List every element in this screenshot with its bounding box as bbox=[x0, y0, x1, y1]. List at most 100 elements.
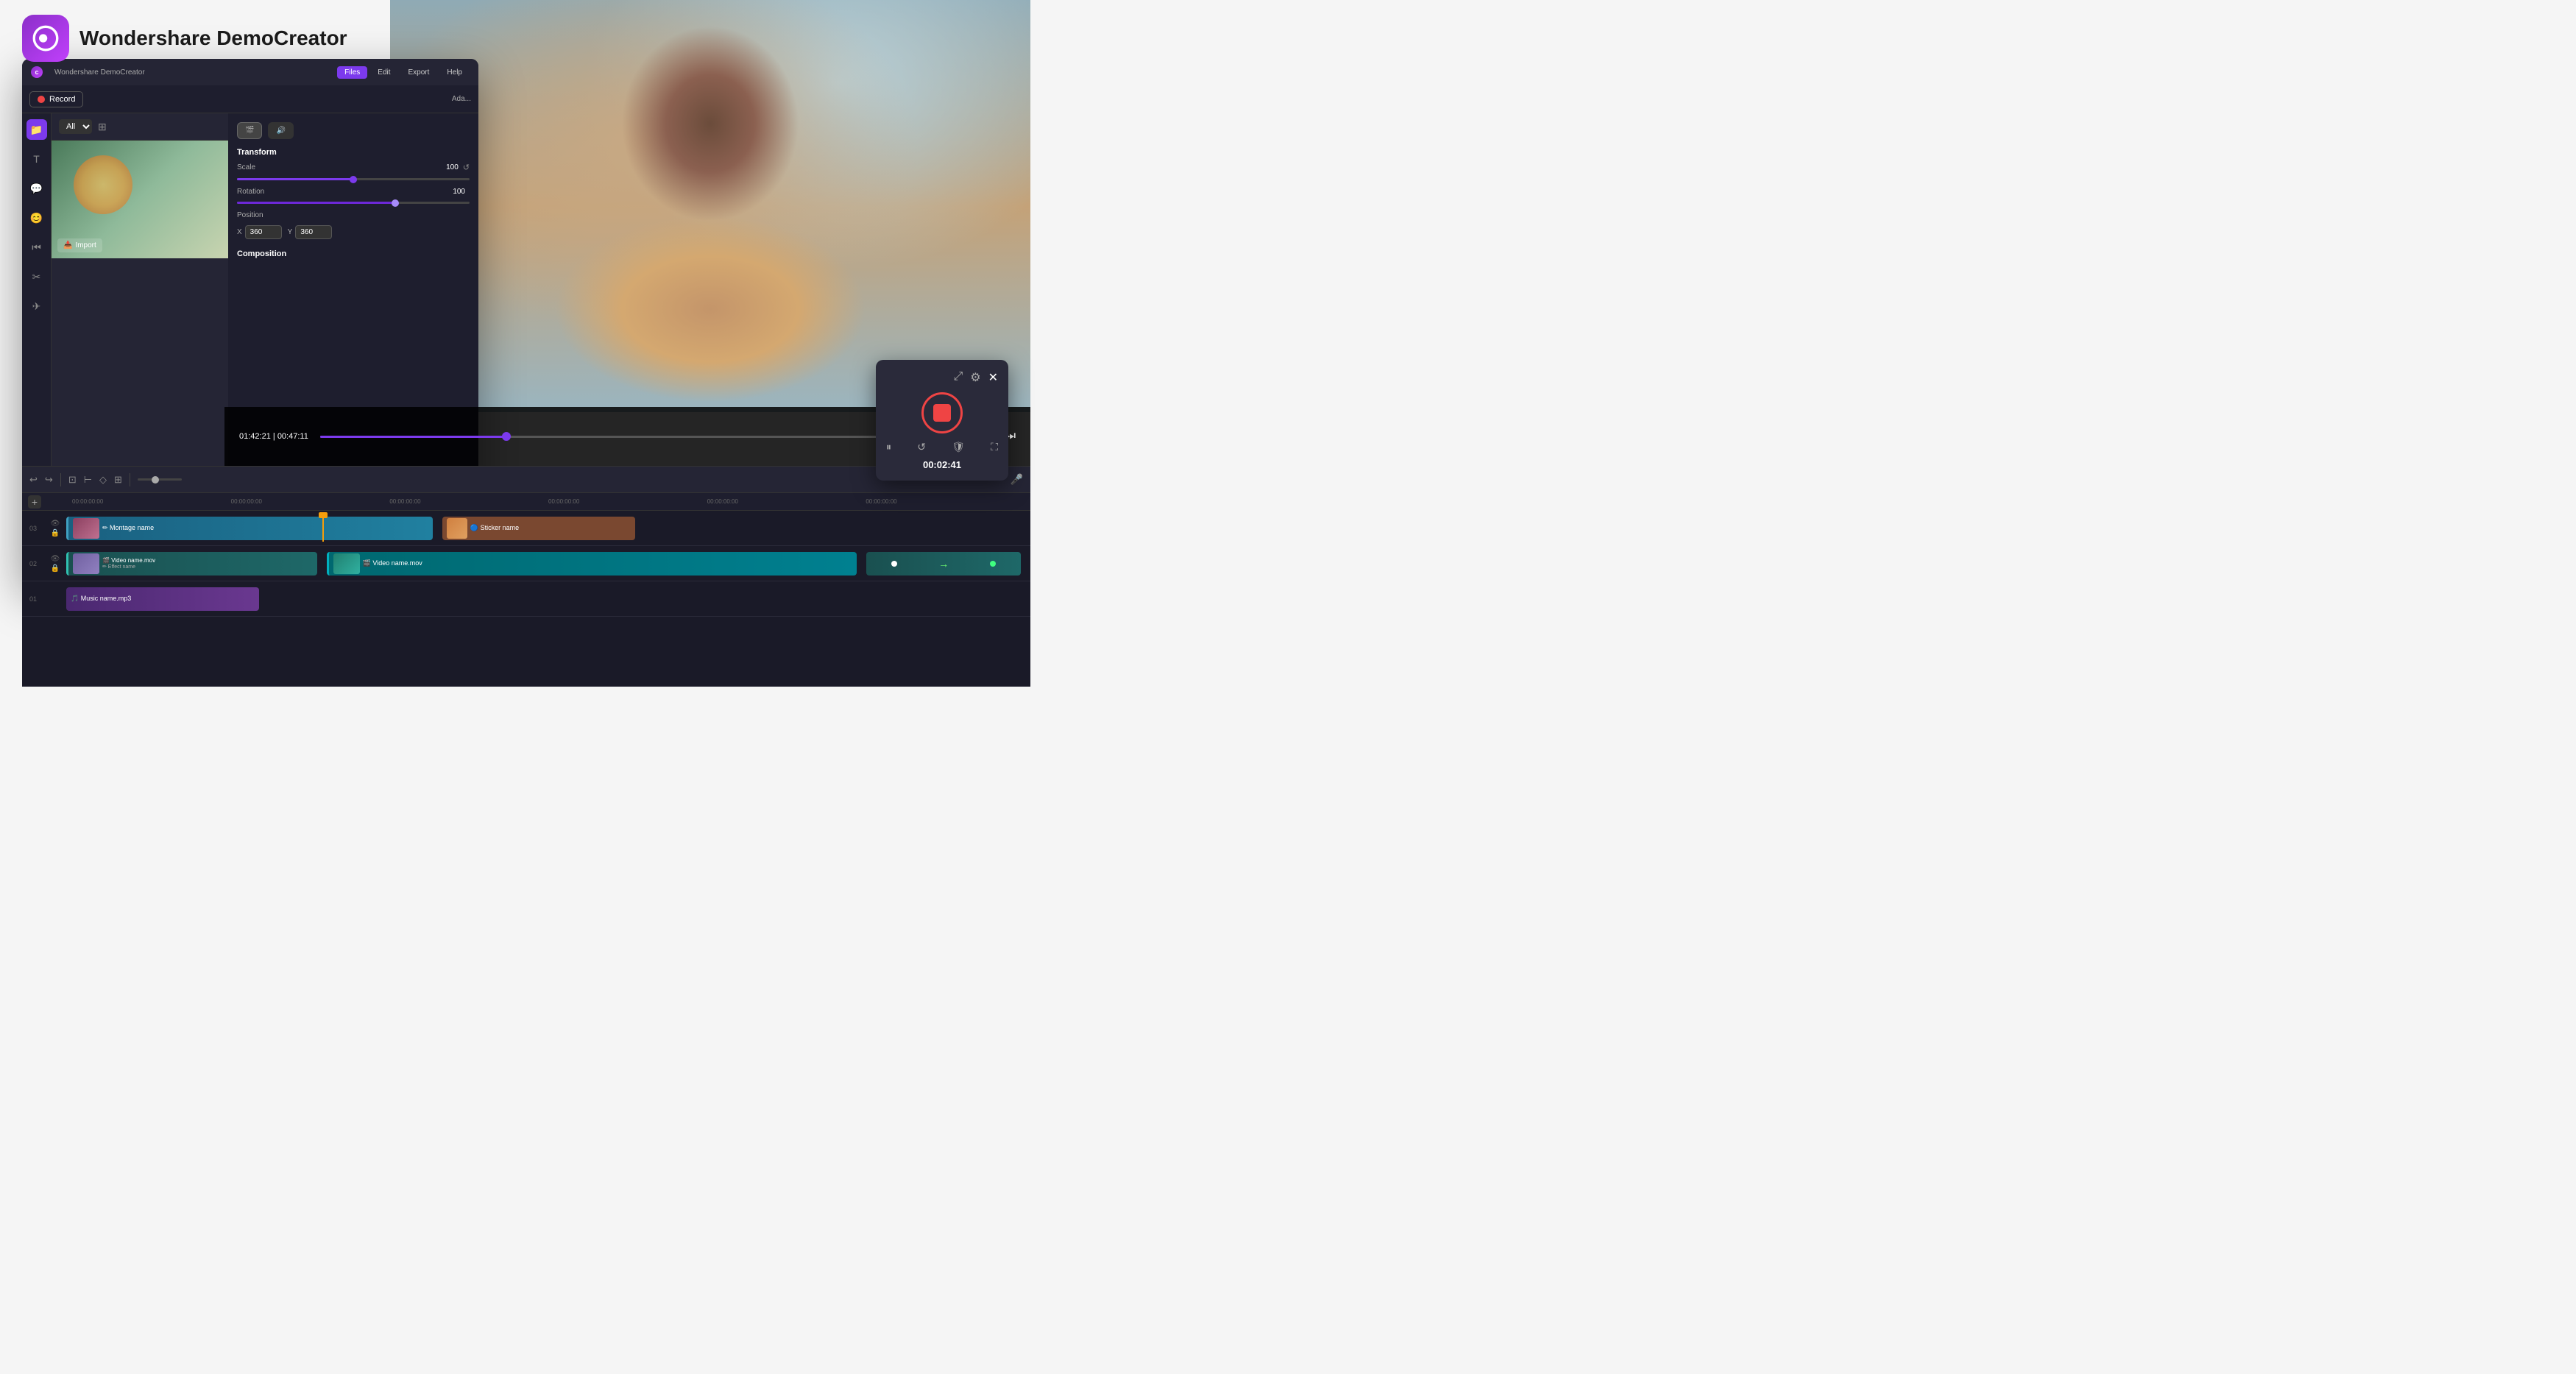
track-number-03: 03 bbox=[22, 525, 44, 532]
position-x-field: X bbox=[237, 225, 282, 239]
rotation-slider-thumb[interactable] bbox=[392, 199, 399, 207]
position-x-input[interactable] bbox=[245, 225, 282, 239]
widget-pause-icon[interactable]: ⏸ bbox=[886, 441, 891, 453]
clip-video2-label: 🎬 Video name.mov bbox=[363, 559, 422, 567]
ruler-time-1: 00:00:00:00 bbox=[72, 498, 231, 505]
import-button[interactable]: 📥 Import bbox=[57, 238, 102, 252]
timeline-ruler: + 00:00:00:00 00:00:00:00 00:00:00:00 00… bbox=[22, 493, 1030, 511]
position-x-label: X bbox=[237, 228, 242, 236]
zoom-slider-thumb[interactable] bbox=[152, 476, 159, 484]
rotation-label: Rotation bbox=[237, 188, 277, 196]
scale-slider-thumb[interactable] bbox=[350, 176, 357, 183]
crop-icon[interactable]: ⊡ bbox=[68, 474, 77, 486]
ruler-time-2: 00:00:00:00 bbox=[231, 498, 390, 505]
position-label: Position bbox=[237, 211, 277, 219]
tab-audio[interactable]: 🔊 bbox=[268, 122, 293, 139]
title-bar-nav: Files Edit Export Help bbox=[337, 66, 470, 79]
track-01-content: 🎵 Music name.mp3 bbox=[66, 586, 1030, 612]
track-row-02: 02 👁 🔒 🎬 Video name.mov ✏ Effect name Cu… bbox=[22, 546, 1030, 581]
sidebar-icon-text[interactable]: T bbox=[26, 149, 47, 169]
add-clip-icon[interactable]: ⊞ bbox=[114, 474, 122, 486]
mask-icon[interactable]: ◇ bbox=[99, 474, 107, 486]
widget-bottom-controls: ⏸ ↺ 🛡 ⛶ bbox=[886, 441, 998, 453]
record-stop-button[interactable] bbox=[921, 392, 963, 433]
mic-icon[interactable]: 🎤 bbox=[1011, 473, 1023, 486]
expand-icon[interactable]: ⤢ bbox=[953, 370, 963, 385]
clip-video2[interactable]: 🎬 Video name.mov bbox=[327, 552, 857, 576]
record-stop-icon bbox=[933, 404, 951, 422]
track-03-visibility-icon[interactable]: 👁 bbox=[51, 520, 60, 528]
track-02-lock-icon[interactable]: 🔒 bbox=[51, 564, 60, 573]
rotation-slider[interactable] bbox=[237, 202, 470, 204]
ruler-time-3: 00:00:00:00 bbox=[389, 498, 548, 505]
anim-dot-2 bbox=[990, 561, 996, 567]
track-row-01: 01 🎵 Music name.mp3 bbox=[22, 581, 1030, 617]
redo-icon[interactable]: ↪ bbox=[45, 474, 53, 486]
position-y-input[interactable] bbox=[295, 225, 332, 239]
sidebar-icon-speech[interactable]: 💬 bbox=[26, 178, 47, 199]
scale-slider[interactable] bbox=[237, 178, 470, 180]
nav-export[interactable]: Export bbox=[401, 66, 437, 79]
clip-video1[interactable]: 🎬 Video name.mov ✏ Effect name bbox=[66, 552, 317, 576]
sidebar-icon-emoji[interactable]: 😊 bbox=[26, 208, 47, 228]
clip-animation[interactable]: → bbox=[866, 552, 1021, 576]
import-icon: 📥 bbox=[63, 241, 72, 249]
import-label: Import bbox=[75, 241, 96, 249]
branding: Wondershare DemoCreator bbox=[22, 15, 347, 62]
clip-music[interactable]: 🎵 Music name.mp3 bbox=[66, 587, 259, 611]
nav-files[interactable]: Files bbox=[337, 66, 367, 79]
record-dot-icon bbox=[38, 96, 45, 103]
track-02-visibility-icon[interactable]: 👁 bbox=[51, 555, 60, 563]
grid-view-icon[interactable]: ⊞ bbox=[98, 121, 107, 133]
title-bar-appname: Wondershare DemoCreator bbox=[54, 68, 145, 77]
split-icon[interactable]: ⊢ bbox=[84, 474, 92, 486]
properties-tabs: 🎬 🔊 bbox=[237, 122, 470, 139]
position-y-label: Y bbox=[288, 228, 293, 236]
clip-video1-label: 🎬 Video name.mov bbox=[102, 557, 155, 564]
nav-edit[interactable]: Edit bbox=[370, 66, 397, 79]
track-03-lock-icon[interactable]: 🔒 bbox=[51, 529, 60, 537]
video-progress-bar[interactable] bbox=[320, 436, 941, 438]
toolbar: Record Ada... bbox=[22, 85, 478, 113]
media-thumbnail: 📥 Import bbox=[52, 141, 228, 258]
video-preview-bg bbox=[390, 0, 1030, 412]
scale-reset-icon[interactable]: ↺ bbox=[463, 163, 470, 172]
timeline: ↩ ↪ ⊡ ⊢ ◇ ⊞ 🎤 + 00:00:00:00 00:00:00:00 … bbox=[22, 466, 1030, 687]
clip-sticker-label: 🔵 Sticker name bbox=[470, 524, 519, 532]
video-tab-icon: 🎬 bbox=[245, 127, 254, 135]
scale-slider-fill bbox=[237, 178, 353, 180]
close-icon[interactable]: ✕ bbox=[988, 370, 998, 385]
position-row: Position bbox=[237, 211, 470, 219]
widget-fullscreen-icon[interactable]: ⛶ bbox=[991, 441, 998, 453]
composition-title: Composition bbox=[237, 249, 470, 258]
nav-help[interactable]: Help bbox=[439, 66, 470, 79]
clip-montage[interactable]: ✏ Montage name bbox=[66, 517, 433, 540]
anim-dot-1 bbox=[891, 561, 897, 567]
tab-video[interactable]: 🎬 bbox=[237, 122, 262, 139]
gear-icon[interactable]: ⚙ bbox=[970, 370, 980, 385]
zoom-slider[interactable] bbox=[138, 478, 182, 481]
title-bar-logo: c bbox=[31, 66, 43, 78]
clip-montage-label: ✏ Montage name bbox=[102, 524, 154, 532]
record-button[interactable]: Record bbox=[29, 91, 83, 107]
brand-name: Wondershare DemoCreator bbox=[79, 26, 347, 50]
sidebar-icon-effects[interactable]: ✂ bbox=[26, 266, 47, 287]
media-header: All ⊞ bbox=[52, 113, 228, 141]
clip-sticker[interactable]: 🔵 Sticker name bbox=[442, 517, 635, 540]
recording-widget: ⤢ ⚙ ✕ ⏸ ↺ 🛡 ⛶ 00:02:41 bbox=[876, 360, 1008, 481]
ruler-time-5: 00:00:00:00 bbox=[707, 498, 866, 505]
media-dropdown[interactable]: All bbox=[59, 119, 92, 134]
progress-thumb[interactable] bbox=[502, 432, 511, 441]
sidebar-icon-files[interactable]: 📁 bbox=[26, 119, 47, 140]
sidebar-icon-export[interactable]: ✈ bbox=[26, 296, 47, 316]
person-silhouette bbox=[390, 0, 1030, 412]
adapt-button[interactable]: Ada... bbox=[452, 95, 471, 103]
sidebar-icon-media[interactable]: ⏮ bbox=[26, 237, 47, 258]
clip-video1-thumb bbox=[73, 553, 99, 574]
widget-shield-icon[interactable]: 🛡 bbox=[952, 441, 965, 453]
rotation-row: Rotation 100 bbox=[237, 188, 470, 196]
widget-refresh-icon[interactable]: ↺ bbox=[917, 441, 926, 453]
undo-icon[interactable]: ↩ bbox=[29, 474, 38, 486]
track-controls-03: 👁 🔒 bbox=[44, 520, 66, 537]
add-track-button[interactable]: + bbox=[28, 495, 41, 509]
